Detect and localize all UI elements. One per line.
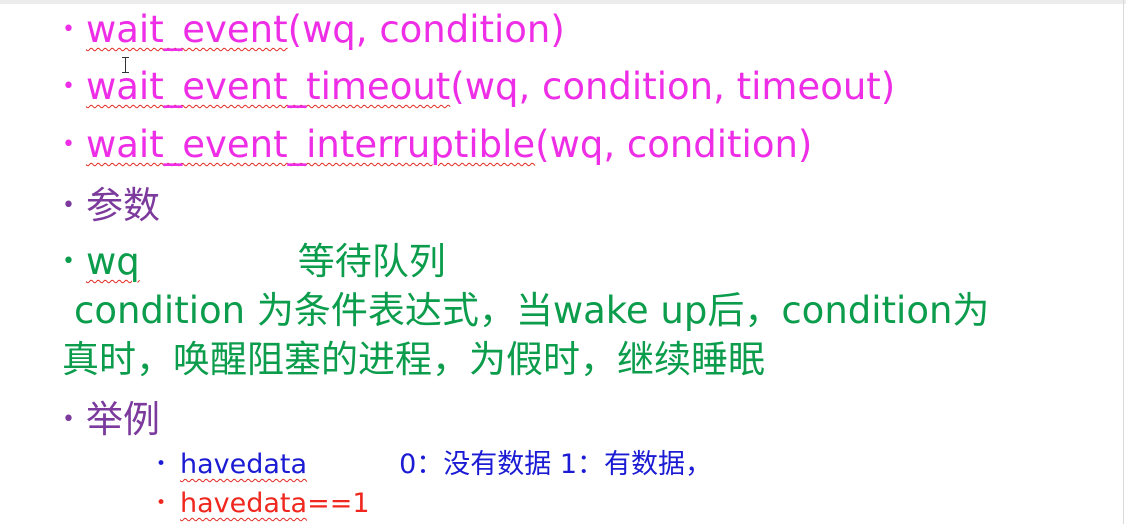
bullet-dot-icon: • (62, 17, 75, 42)
bullet-wait-event-timeout[interactable]: • wait_event_timeout(wq, condition, timeo… (62, 65, 895, 109)
havedata-equals: ==1 (307, 488, 370, 519)
function-name: wait_event_timeout (86, 65, 451, 108)
params-heading: 参数 (86, 184, 160, 227)
sub-bullet-havedata[interactable]: • havedata 0：没有数据 1：有数据， (156, 447, 712, 482)
condition-description-line1: condition 为条件表达式，当wake up后，condition为 (74, 289, 990, 332)
function-args: (wq, condition, timeout) (450, 65, 896, 108)
sub-bullet-havedata-condition[interactable]: • havedata==1 (156, 486, 370, 521)
example-heading: 举例 (86, 398, 160, 441)
bullet-wq-param[interactable]: • wq 等待队列 (62, 240, 446, 284)
function-args: (wq, condition) (535, 123, 813, 166)
wq-description: 等待队列 (297, 240, 446, 283)
havedata-term: havedata (180, 449, 308, 480)
condition-description-line2: 真时，唤醒阻塞的进程，为假时，继续睡眠 (62, 338, 765, 381)
bullet-wait-event[interactable]: • wait_event(wq, condition) (62, 8, 565, 52)
bullet-wait-event-interruptible[interactable]: • wait_event_interruptible(wq, condition) (62, 123, 812, 167)
function-name: wait_event (86, 8, 288, 51)
bullet-dot-icon: • (62, 74, 75, 99)
slide-canvas[interactable]: • wait_event(wq, condition) • wait_event_t… (0, 0, 1126, 524)
bullet-dot-icon: • (156, 454, 167, 474)
havedata-description: 0：没有数据 1：有数据， (399, 449, 713, 480)
function-args: (wq, condition) (287, 8, 565, 51)
bullet-dot-icon: • (156, 493, 167, 513)
wq-term: wq (86, 240, 140, 283)
bullet-dot-icon: • (62, 407, 75, 432)
bullet-dot-icon: • (62, 249, 75, 274)
bullet-dot-icon: • (62, 193, 75, 218)
bullet-dot-icon: • (62, 132, 75, 157)
function-name: wait_event_interruptible (86, 123, 536, 166)
havedata-term: havedata (180, 488, 308, 519)
bullet-params-heading[interactable]: • 参数 (62, 184, 160, 228)
bullet-example-heading[interactable]: • 举例 (62, 398, 160, 442)
